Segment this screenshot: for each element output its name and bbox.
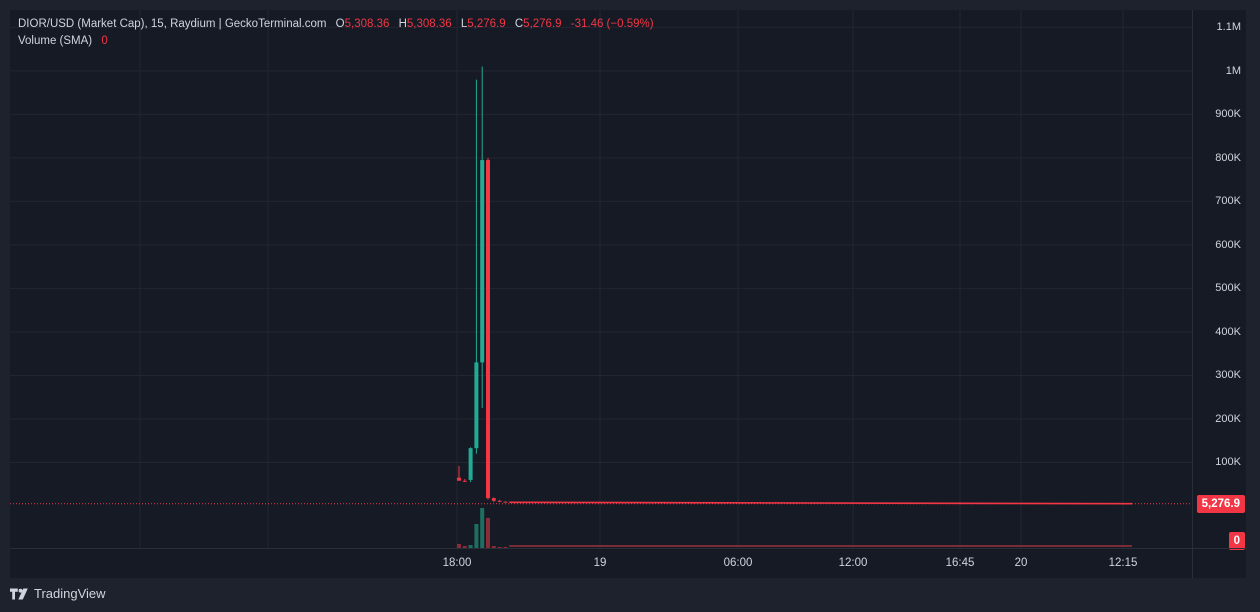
legend-open-value: 5,308.36 [344, 18, 390, 30]
x-tick-label: 20 [1014, 557, 1028, 569]
brand-name: TradingView [34, 586, 106, 601]
x-tick-label: 16:45 [945, 557, 975, 569]
legend-open-label: O [335, 18, 345, 30]
candle-body [462, 480, 467, 482]
legend-volume-row: Volume (SMA) 0 [18, 33, 654, 50]
y-tick-label: 900K [1215, 108, 1241, 121]
legend-high-label: H [398, 18, 407, 30]
y-tick-label: 600K [1215, 238, 1241, 251]
candle-body [480, 160, 485, 363]
chart-frame[interactable]: DIOR/USD (Market Cap), 15, Raydium | Gec… [10, 10, 1247, 579]
tradingview-logo-icon [10, 587, 28, 600]
last-price-tag: 5,276.9 [1196, 494, 1245, 513]
legend-change: -31.46 (−0.59%) [570, 18, 654, 30]
volume-bar [486, 518, 490, 548]
legend-title: DIOR/USD (Market Cap), 15, Raydium | Gec… [18, 18, 327, 30]
legend-close-label: C [514, 18, 524, 30]
x-tick-label: 12:15 [1108, 557, 1138, 569]
legend-volume-label: Volume (SMA) [18, 35, 93, 47]
candlestick-chart[interactable] [10, 10, 1192, 548]
candle-body [468, 448, 473, 480]
candle-body [457, 477, 461, 481]
y-tick-label: 300K [1215, 369, 1241, 382]
y-tick-label: 400K [1215, 325, 1241, 338]
legend: DIOR/USD (Market Cap), 15, Raydium | Gec… [18, 16, 654, 50]
y-tick-label: 1.1M [1216, 21, 1241, 34]
y-tick-label: 800K [1215, 151, 1241, 164]
candle-body [474, 362, 479, 449]
tradingview-brand[interactable]: TradingView [10, 586, 106, 601]
candle-body [503, 501, 508, 503]
y-tick-label: 1M [1225, 64, 1241, 77]
axis-corner [1192, 548, 1247, 579]
y-tick-label: 500K [1215, 282, 1241, 295]
legend-volume-value: 0 [101, 35, 108, 47]
volume-bar [474, 524, 479, 548]
plot-area[interactable]: DIOR/USD (Market Cap), 15, Raydium | Gec… [10, 10, 1192, 548]
volume-bar [480, 508, 485, 548]
y-tick-label: 700K [1215, 195, 1241, 208]
candle-body [497, 500, 502, 502]
candle-body [486, 160, 490, 499]
x-tick-label: 12:00 [838, 557, 868, 569]
legend-ohlc-row: DIOR/USD (Market Cap), 15, Raydium | Gec… [18, 16, 654, 33]
y-tick-label: 100K [1215, 456, 1241, 469]
legend-close-value: 5,276.9 [523, 18, 562, 30]
x-tick-label: 18:00 [442, 557, 472, 569]
x-tick-label: 19 [593, 557, 607, 569]
candle-body [491, 498, 496, 501]
price-axis[interactable]: 5,276.9 0 100K 200K 300K 400K 500K 600K 700K 80… [1192, 10, 1247, 550]
legend-low-value: 5,276.9 [467, 18, 506, 30]
x-tick-label: 06:00 [723, 557, 753, 569]
time-axis[interactable]: 18:00 19 06:00 12:00 16:45 20 12:15 [10, 548, 1192, 579]
y-tick-label: 200K [1215, 412, 1241, 425]
legend-high-value: 5,308.36 [406, 18, 452, 30]
